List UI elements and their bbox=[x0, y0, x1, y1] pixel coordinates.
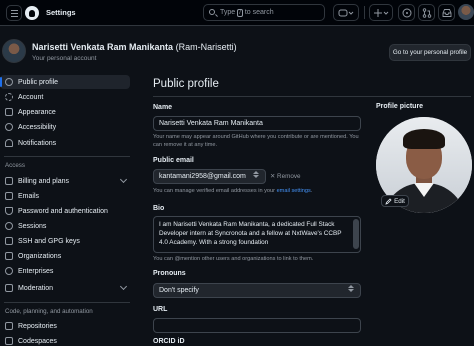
go-to-profile-button[interactable]: Go to your personal profile bbox=[389, 44, 471, 61]
sidebar-item-account[interactable]: Account bbox=[0, 90, 130, 104]
search-input[interactable]: Type / to search bbox=[203, 4, 325, 21]
sidebar-item-notifications[interactable]: Notifications bbox=[0, 136, 130, 150]
sidebar-item-enterprises[interactable]: Enterprises bbox=[0, 264, 130, 278]
full-name: Narisetti Venkata Ram Manikanta bbox=[32, 42, 174, 52]
paintbrush-icon bbox=[5, 108, 13, 116]
pronouns-select[interactable]: Don't specify bbox=[153, 283, 361, 298]
pull-requests-button[interactable] bbox=[418, 4, 435, 21]
topbar-divider bbox=[364, 6, 365, 19]
public-email-label: Public email bbox=[153, 157, 194, 164]
issues-button[interactable] bbox=[398, 4, 415, 21]
mail-icon bbox=[5, 192, 13, 200]
sidebar-heading-code: Code, planning, and automation bbox=[5, 308, 93, 315]
report-icon bbox=[5, 284, 13, 292]
bio-scrollbar[interactable] bbox=[353, 219, 359, 249]
codespaces-icon bbox=[5, 337, 13, 345]
select-arrows-icon bbox=[253, 170, 259, 178]
url-input[interactable] bbox=[153, 318, 361, 333]
avatar bbox=[2, 39, 26, 63]
credit-card-icon bbox=[5, 177, 13, 185]
sidebar-item-appearance[interactable]: Appearance bbox=[0, 105, 130, 119]
copilot-icon bbox=[338, 9, 354, 16]
inbox-button[interactable] bbox=[438, 4, 455, 21]
search-icon bbox=[209, 9, 215, 15]
page-title: Public profile bbox=[153, 78, 219, 90]
search-placeholder: Type / to search bbox=[220, 9, 274, 17]
pencil-icon bbox=[385, 197, 392, 205]
account-type-label: Your personal account bbox=[32, 55, 97, 62]
sidebar-item-organizations[interactable]: Organizations bbox=[0, 249, 130, 263]
sidebar-divider bbox=[4, 302, 130, 303]
copilot-button[interactable] bbox=[333, 4, 359, 21]
create-new-button[interactable] bbox=[369, 4, 393, 21]
bio-hint: You can @mention other users and organiz… bbox=[153, 256, 314, 262]
sidebar-item-codespaces[interactable]: Codespaces bbox=[0, 334, 130, 346]
public-email-select[interactable]: kantamani2958@gmail.com bbox=[153, 169, 266, 184]
user-avatar-button[interactable] bbox=[458, 4, 474, 20]
orcid-label: ORCID iD bbox=[153, 338, 185, 345]
issues-icon bbox=[402, 8, 411, 17]
edit-profile-picture-button[interactable]: Edit bbox=[381, 195, 409, 207]
sidebar-item-repositories[interactable]: Repositories bbox=[0, 319, 130, 333]
name-label: Name bbox=[153, 104, 173, 111]
sidebar-heading-access: Access bbox=[5, 162, 25, 169]
sidebar-item-accessibility[interactable]: Accessibility bbox=[0, 120, 130, 134]
chevron-down-icon bbox=[119, 175, 128, 184]
inbox-icon bbox=[442, 8, 451, 17]
hamburger-menu-button[interactable] bbox=[6, 5, 22, 21]
globe-icon bbox=[5, 267, 13, 275]
top-bar: Settings Type / to search bbox=[0, 0, 474, 26]
broadcast-icon bbox=[5, 222, 13, 230]
organization-icon bbox=[5, 252, 13, 260]
sidebar-item-moderation[interactable]: Moderation bbox=[0, 281, 130, 295]
github-logo-icon[interactable] bbox=[25, 6, 39, 20]
select-arrows-icon bbox=[348, 284, 354, 292]
bio-label: Bio bbox=[153, 205, 165, 212]
accessibility-icon bbox=[5, 123, 13, 131]
chevron-down-icon bbox=[119, 282, 128, 291]
remove-email-button[interactable]: ✕ Remove bbox=[270, 173, 300, 180]
close-icon: ✕ bbox=[270, 173, 278, 180]
sidebar-item-sessions[interactable]: Sessions bbox=[0, 219, 130, 233]
bell-icon bbox=[5, 139, 13, 147]
sidebar-item-password-authentication[interactable]: Password and authentication bbox=[0, 204, 130, 218]
bio-textarea[interactable]: I am Narisetti Venkata Ram Manikanta, a … bbox=[153, 216, 361, 253]
sidebar-item-ssh-gpg-keys[interactable]: SSH and GPG keys bbox=[0, 234, 130, 248]
shield-lock-icon bbox=[5, 207, 13, 215]
name-hint: Your name may appear around GitHub where… bbox=[153, 134, 359, 148]
username-handle: (Ram-Narisetti) bbox=[175, 42, 237, 52]
sidebar-divider bbox=[4, 156, 130, 157]
url-label: URL bbox=[153, 306, 168, 313]
page-context-title: Settings bbox=[46, 8, 76, 17]
plus-icon bbox=[374, 8, 389, 17]
person-icon bbox=[5, 78, 13, 86]
sidebar-item-public-profile[interactable]: Public profile bbox=[0, 75, 130, 89]
name-input[interactable]: Narisetti Venkata Ram Manikanta bbox=[153, 116, 361, 131]
pull-requests-icon bbox=[422, 7, 431, 18]
title-divider bbox=[153, 96, 471, 97]
gear-icon bbox=[5, 93, 13, 101]
profile-name: Narisetti Venkata Ram Manikanta (Ram-Nar… bbox=[32, 42, 237, 52]
email-settings-link[interactable]: email settings bbox=[277, 188, 311, 194]
repo-icon bbox=[5, 322, 13, 330]
sidebar-item-billing[interactable]: Billing and plans bbox=[0, 174, 130, 188]
profile-picture-label: Profile picture bbox=[376, 103, 424, 110]
email-hint: You can manage verified email addresses … bbox=[153, 188, 313, 194]
key-icon bbox=[5, 237, 13, 245]
pronouns-label: Pronouns bbox=[153, 270, 186, 277]
sidebar-item-emails[interactable]: Emails bbox=[0, 189, 130, 203]
